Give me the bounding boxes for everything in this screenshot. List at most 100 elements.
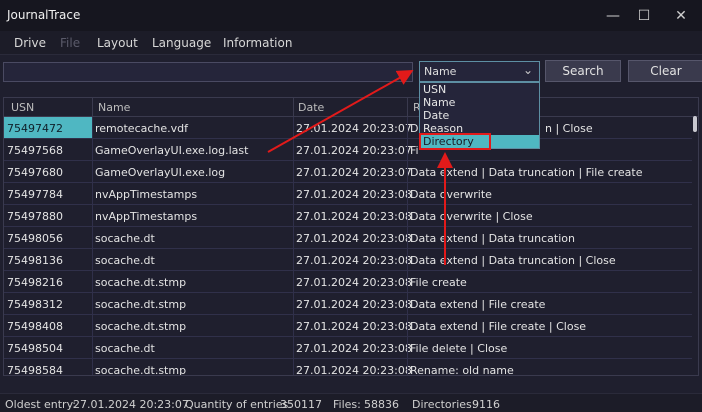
table-row[interactable]: 75498136 socache.dt 27.01.2024 20:23:08 … xyxy=(4,249,692,271)
menu-layout[interactable]: Layout xyxy=(97,36,138,50)
cell-date: 27.01.2024 20:23:08 xyxy=(296,188,412,201)
cell-name: socache.dt.stmp xyxy=(95,364,187,376)
chevron-down-icon: ⌄ xyxy=(522,63,533,77)
table-row[interactable]: 75498056 socache.dt 27.01.2024 20:23:08 … xyxy=(4,227,692,249)
cell-usn: 75497472 xyxy=(4,117,92,138)
directories-label: Directories: xyxy=(412,398,476,411)
cell-reason: Data extend | Data truncation xyxy=(410,232,575,245)
annotation-highlight-box xyxy=(419,133,491,150)
cell-usn: 75498408 xyxy=(7,320,63,333)
cell-usn: 75498584 xyxy=(7,364,63,376)
table-row[interactable]: 75497880 nvAppTimestamps 27.01.2024 20:2… xyxy=(4,205,692,227)
cell-name: remotecache.vdf xyxy=(95,122,189,135)
table-row[interactable]: 75498584 socache.dt.stmp 27.01.2024 20:2… xyxy=(4,359,692,376)
title-bar: JournalTrace — ☐ ✕ xyxy=(0,0,702,31)
table-row[interactable]: 75498216 socache.dt.stmp 27.01.2024 20:2… xyxy=(4,271,692,293)
oldest-entry-label: Oldest entry: xyxy=(5,398,76,411)
close-icon[interactable]: ✕ xyxy=(664,0,698,31)
menu-drive[interactable]: Drive xyxy=(14,36,46,50)
cell-date: 27.01.2024 20:23:08 xyxy=(296,254,412,267)
cell-date: 27.01.2024 20:23:08 xyxy=(296,320,412,333)
cell-name: socache.dt.stmp xyxy=(95,320,187,333)
table-header: USN Name Date R xyxy=(4,98,698,117)
cell-date: 27.01.2024 20:23:08 xyxy=(296,210,412,223)
column-divider[interactable] xyxy=(293,98,294,117)
files-label: Files: xyxy=(333,398,361,411)
cell-reason: File delete | Close xyxy=(410,342,508,355)
cell-usn: 75498504 xyxy=(7,342,63,355)
menu-bar: Drive File Layout Language Information xyxy=(0,31,702,55)
cell-name: socache.dt xyxy=(95,232,155,245)
column-header-date[interactable]: Date xyxy=(298,101,324,114)
cell-date: 27.01.2024 20:23:08 xyxy=(296,276,412,289)
table-row[interactable]: 75498312 socache.dt.stmp 27.01.2024 20:2… xyxy=(4,293,692,315)
cell-usn: 75498056 xyxy=(7,232,63,245)
search-input[interactable] xyxy=(3,62,413,82)
cell-date: 27.01.2024 20:23:08 xyxy=(296,342,412,355)
cell-reason: Data extend | Data truncation | Close xyxy=(410,254,616,267)
table-row[interactable]: 75498504 socache.dt 27.01.2024 20:23:08 … xyxy=(4,337,692,359)
column-header-usn[interactable]: USN xyxy=(11,101,34,114)
directories-value: 9116 xyxy=(472,398,500,411)
dropdown-option-name[interactable]: Name xyxy=(420,96,539,109)
dropdown-option-date[interactable]: Date xyxy=(420,109,539,122)
cell-reason: Data extend | File create xyxy=(410,298,546,311)
cell-usn: 75498312 xyxy=(7,298,63,311)
cell-usn: 75498216 xyxy=(7,276,63,289)
cell-name: socache.dt.stmp xyxy=(95,276,187,289)
window-title: JournalTrace xyxy=(7,8,81,22)
cell-date: 27.01.2024 20:23:08 xyxy=(296,232,412,245)
journal-table: USN Name Date R 75497472 remotecache.vdf… xyxy=(3,97,699,376)
dropdown-option-usn[interactable]: USN xyxy=(420,83,539,96)
cell-name: socache.dt xyxy=(95,254,155,267)
cell-reason: Data extend | File create | Close xyxy=(410,320,587,333)
maximize-icon[interactable]: ☐ xyxy=(627,0,661,31)
cell-reason: Rename: old name xyxy=(410,364,514,376)
quantity-value: 350117 xyxy=(280,398,322,411)
cell-date: 27.01.2024 20:23:07 xyxy=(296,144,412,157)
table-row[interactable]: 75497784 nvAppTimestamps 27.01.2024 20:2… xyxy=(4,183,692,205)
cell-name: GameOverlayUI.exe.log.last xyxy=(95,144,249,157)
cell-name: GameOverlayUI.exe.log xyxy=(95,166,226,179)
cell-date: 27.01.2024 20:23:08 xyxy=(296,364,412,376)
menu-information[interactable]: Information xyxy=(223,36,292,50)
table-row[interactable]: 75497568 GameOverlayUI.exe.log.last 27.0… xyxy=(4,139,692,161)
cell-name: nvAppTimestamps xyxy=(95,210,198,223)
cell-name: nvAppTimestamps xyxy=(95,188,198,201)
cell-usn: 75497568 xyxy=(7,144,63,157)
column-divider[interactable] xyxy=(92,98,93,117)
cell-name: socache.dt.stmp xyxy=(95,298,187,311)
column-header-name[interactable]: Name xyxy=(98,101,130,114)
cell-usn: 75498136 xyxy=(7,254,63,267)
dropdown-selected-value: Name xyxy=(424,65,457,78)
menu-file[interactable]: File xyxy=(60,36,80,50)
cell-reason: Data overwrite | Close xyxy=(410,210,533,223)
search-button[interactable]: Search xyxy=(545,60,621,82)
cell-date: 27.01.2024 20:23:07 xyxy=(296,122,412,135)
clear-button[interactable]: Clear xyxy=(628,60,702,82)
table-row[interactable]: 75498408 socache.dt.stmp 27.01.2024 20:2… xyxy=(4,315,692,337)
cell-date: 27.01.2024 20:23:07 xyxy=(296,166,412,179)
cell-reason: File create xyxy=(410,276,467,289)
files-value: 58836 xyxy=(364,398,399,411)
minimize-icon[interactable]: — xyxy=(596,0,630,31)
quantity-label: Quantity of entries: xyxy=(185,398,292,411)
cell-date: 27.01.2024 20:23:08 xyxy=(296,298,412,311)
menu-language[interactable]: Language xyxy=(152,36,211,50)
cell-usn: 75497680 xyxy=(7,166,63,179)
cell-reason: Fi xyxy=(410,144,419,157)
cell-usn: 75497880 xyxy=(7,210,63,223)
status-bar: Oldest entry: 27.01.2024 20:23:07 Quanti… xyxy=(0,393,702,412)
table-row[interactable]: 75497472 remotecache.vdf 27.01.2024 20:2… xyxy=(4,117,692,139)
cell-reason-tail: n | Close xyxy=(545,122,593,135)
cell-reason: Data overwrite xyxy=(410,188,492,201)
cell-reason: Data extend | Data truncation | File cre… xyxy=(410,166,643,179)
oldest-entry-value: 27.01.2024 20:23:07 xyxy=(73,398,189,411)
table-row[interactable]: 75497680 GameOverlayUI.exe.log 27.01.202… xyxy=(4,161,692,183)
search-field-dropdown[interactable]: Name ⌄ xyxy=(419,61,540,82)
cell-usn: 75497784 xyxy=(7,188,63,201)
column-divider[interactable] xyxy=(407,98,408,117)
vertical-scrollbar[interactable] xyxy=(693,116,697,132)
cell-name: socache.dt xyxy=(95,342,155,355)
search-toolbar: Name ⌄ Search Clear xyxy=(0,55,702,91)
